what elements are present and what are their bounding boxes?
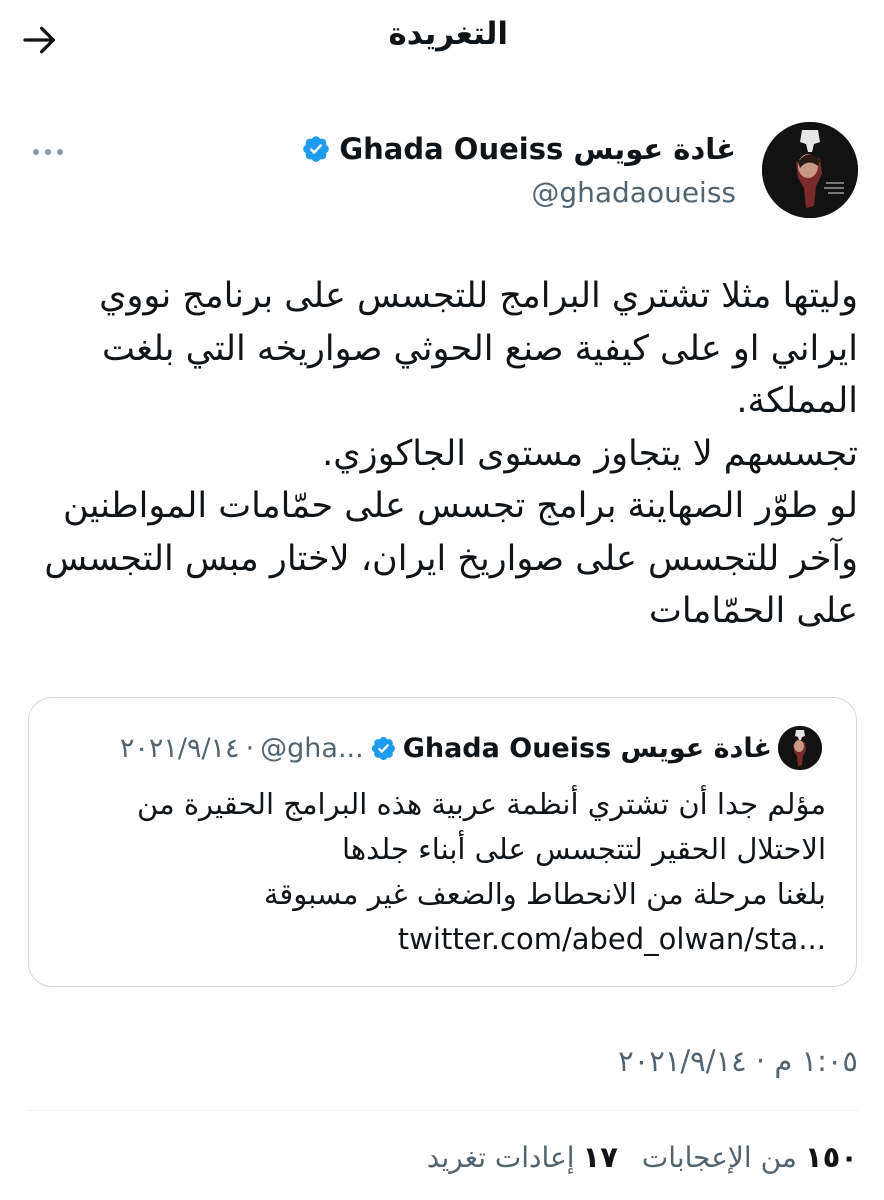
quoted-tweet-date: ٢٠٢١/٩/١٤	[119, 732, 240, 764]
likes-stat[interactable]: ١٥٠ من الإعجابات	[642, 1140, 858, 1174]
likes-label: من الإعجابات	[641, 1141, 797, 1174]
tweet-text-line: على الحمّامات	[648, 591, 858, 631]
tweet-text-line: لو طوّر الصهاينة برامج تجسس على حمّامات …	[63, 486, 858, 526]
back-button[interactable]	[14, 14, 66, 66]
likes-count: ١٥٠	[804, 1140, 858, 1174]
quoted-author-name: غادة عويس Ghada Oueiss	[402, 732, 772, 764]
engagement-stats: ١٥٠ من الإعجابات ١٧ إعادات تغريد	[427, 1140, 858, 1174]
verified-badge-icon	[371, 736, 395, 760]
dot-icon	[57, 149, 63, 155]
divider	[26, 1110, 858, 1111]
quoted-text-line: الاحتلال الحقير لتتجسس على أبناء جلدها	[342, 832, 826, 866]
quoted-tweet-text: مؤلم جدا أن تشتري أنظمة عربية هذه البرام…	[59, 782, 826, 962]
tweet-text-line: ايراني او على كيفية صنع الحوثي صواريخه ا…	[101, 328, 858, 369]
avatar-image	[762, 122, 858, 218]
author-avatar[interactable]	[762, 122, 858, 218]
quoted-tweet-link[interactable]: twitter.com/abed_olwan/sta...	[59, 917, 826, 962]
quoted-tweet[interactable]: غادة عويس Ghada Oueiss @gha... · ٢٠٢١/٩/…	[28, 697, 857, 987]
arrow-right-icon	[23, 26, 55, 54]
tweet-text-line: وآخر للتجسس على صواريخ ايران، لاختار مبس…	[44, 538, 858, 579]
separator-dot: ·	[245, 732, 255, 764]
quoted-author-handle: @gha...	[260, 732, 364, 764]
author-display-name[interactable]: غادة عويس Ghada Oueiss	[339, 132, 736, 166]
more-options-button[interactable]	[26, 138, 70, 166]
author-name-row[interactable]: غادة عويس Ghada Oueiss	[301, 132, 736, 166]
tweet-text: وليتها مثلا تشتري البرامج للتجسس على برن…	[26, 270, 858, 638]
author-handle[interactable]: @ghadaoueiss	[531, 176, 736, 209]
quoted-text-line: مؤلم جدا أن تشتري أنظمة عربية هذه البرام…	[137, 787, 826, 821]
tweet-text-line: تجسسهم لا يتجاوز مستوى الجاكوزي.	[322, 433, 858, 474]
verified-badge-icon	[303, 136, 330, 162]
dot-icon	[33, 149, 39, 155]
retweets-label: إعادات تغريد	[426, 1141, 575, 1174]
page-title: التغريدة	[388, 16, 508, 52]
retweets-count: ١٧	[582, 1140, 618, 1174]
tweet-timestamp[interactable]: ١:٠٥ م · ٢٠٢١/٩/١٤	[618, 1044, 858, 1078]
tweet-text-line: وليتها مثلا تشتري البرامج للتجسس على برن…	[99, 276, 858, 316]
quoted-tweet-header: غادة عويس Ghada Oueiss @gha... · ٢٠٢١/٩/…	[120, 726, 826, 770]
tweet-text-line: المملكة.	[736, 381, 858, 421]
top-bar: التغريدة	[0, 0, 884, 88]
tweet-detail-page: التغريدة غادة عويس Ghada Oueiss @ghadaou…	[0, 0, 884, 1200]
quoted-author-avatar	[778, 726, 822, 770]
retweets-stat[interactable]: ١٧ إعادات تغريد	[427, 1140, 618, 1174]
quoted-text-line: بلغنا مرحلة من الانحطاط والضعف غير مسبوق…	[263, 877, 826, 911]
avatar-image	[778, 726, 822, 770]
dot-icon	[45, 149, 51, 155]
